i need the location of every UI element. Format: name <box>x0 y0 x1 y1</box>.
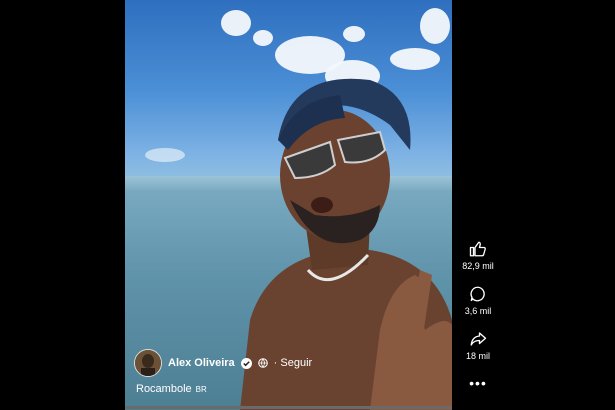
video-progress-bar[interactable] <box>125 406 452 409</box>
cloud-shape <box>420 8 450 44</box>
cloud-shape <box>221 10 251 36</box>
author-row: Alex Oliveira · Seguir <box>134 349 312 377</box>
author-name[interactable]: Alex Oliveira <box>168 357 235 369</box>
reel-viewer: Alex Oliveira · Seguir Rocambole BR 82,9… <box>0 0 615 410</box>
cloud-shape <box>145 148 185 162</box>
audio-info[interactable]: Rocambole BR <box>136 383 207 395</box>
audio-title: Rocambole <box>136 383 192 395</box>
cloud-shape <box>253 30 273 46</box>
comment-bubble-icon <box>470 286 485 302</box>
globe-icon <box>257 358 268 368</box>
verified-check-icon <box>240 357 252 369</box>
like-button[interactable]: 82,9 mil <box>462 240 494 271</box>
cloud-shape <box>390 48 440 70</box>
comment-count: 3,6 mil <box>464 306 492 316</box>
share-count: 18 mil <box>465 351 490 361</box>
share-arrow-icon <box>470 332 487 346</box>
avatar[interactable] <box>134 349 162 377</box>
audio-tag: BR <box>195 385 207 394</box>
share-button[interactable]: 18 mil <box>466 330 490 361</box>
like-count: 82,9 mil <box>462 261 494 271</box>
comment-button[interactable]: 3,6 mil <box>464 285 492 316</box>
cloud-shape <box>343 26 365 42</box>
avatar-image <box>135 350 161 376</box>
thumbs-up-icon <box>469 241 486 257</box>
follow-button[interactable]: · Seguir <box>274 357 313 369</box>
more-dots-icon[interactable]: ••• <box>469 376 487 390</box>
action-rail: 82,9 mil 3,6 mil 18 mil ••• <box>458 240 498 390</box>
